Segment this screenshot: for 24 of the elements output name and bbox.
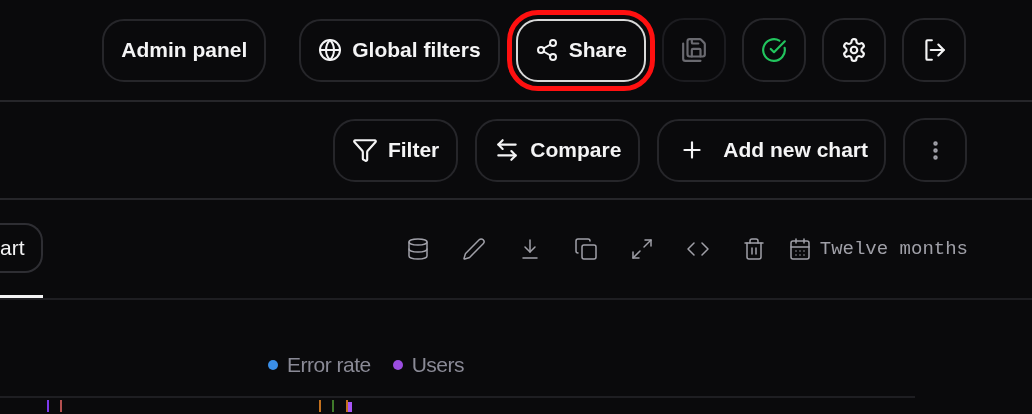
logout-button[interactable] (902, 18, 966, 82)
copy-icon[interactable] (573, 237, 598, 261)
legend-label: Users (411, 353, 465, 377)
edit-icon[interactable] (461, 237, 486, 261)
share-icon (534, 38, 559, 62)
database-icon[interactable] (405, 237, 430, 261)
legend-label: Error rate (287, 353, 371, 377)
expand-icon[interactable] (629, 237, 654, 261)
status-button[interactable] (742, 18, 806, 82)
calendar-icon (787, 237, 812, 261)
compare-button[interactable]: Compare (475, 118, 641, 182)
settings-icon (841, 37, 867, 63)
filter-icon (351, 137, 378, 163)
check-icon (761, 37, 787, 63)
save-icon (681, 37, 707, 63)
filters-button[interactable]: Global filters (299, 18, 500, 82)
admin-button[interactable]: Admin panel (102, 18, 267, 82)
add-chart-button[interactable]: Add new chart (657, 118, 886, 182)
settings-button[interactable] (822, 18, 886, 82)
more-icon (932, 140, 938, 160)
filter-button[interactable]: Filter (332, 118, 459, 182)
date-range[interactable]: Twelve months (819, 238, 968, 260)
globe-icon (318, 38, 343, 62)
delete-icon[interactable] (741, 237, 766, 261)
